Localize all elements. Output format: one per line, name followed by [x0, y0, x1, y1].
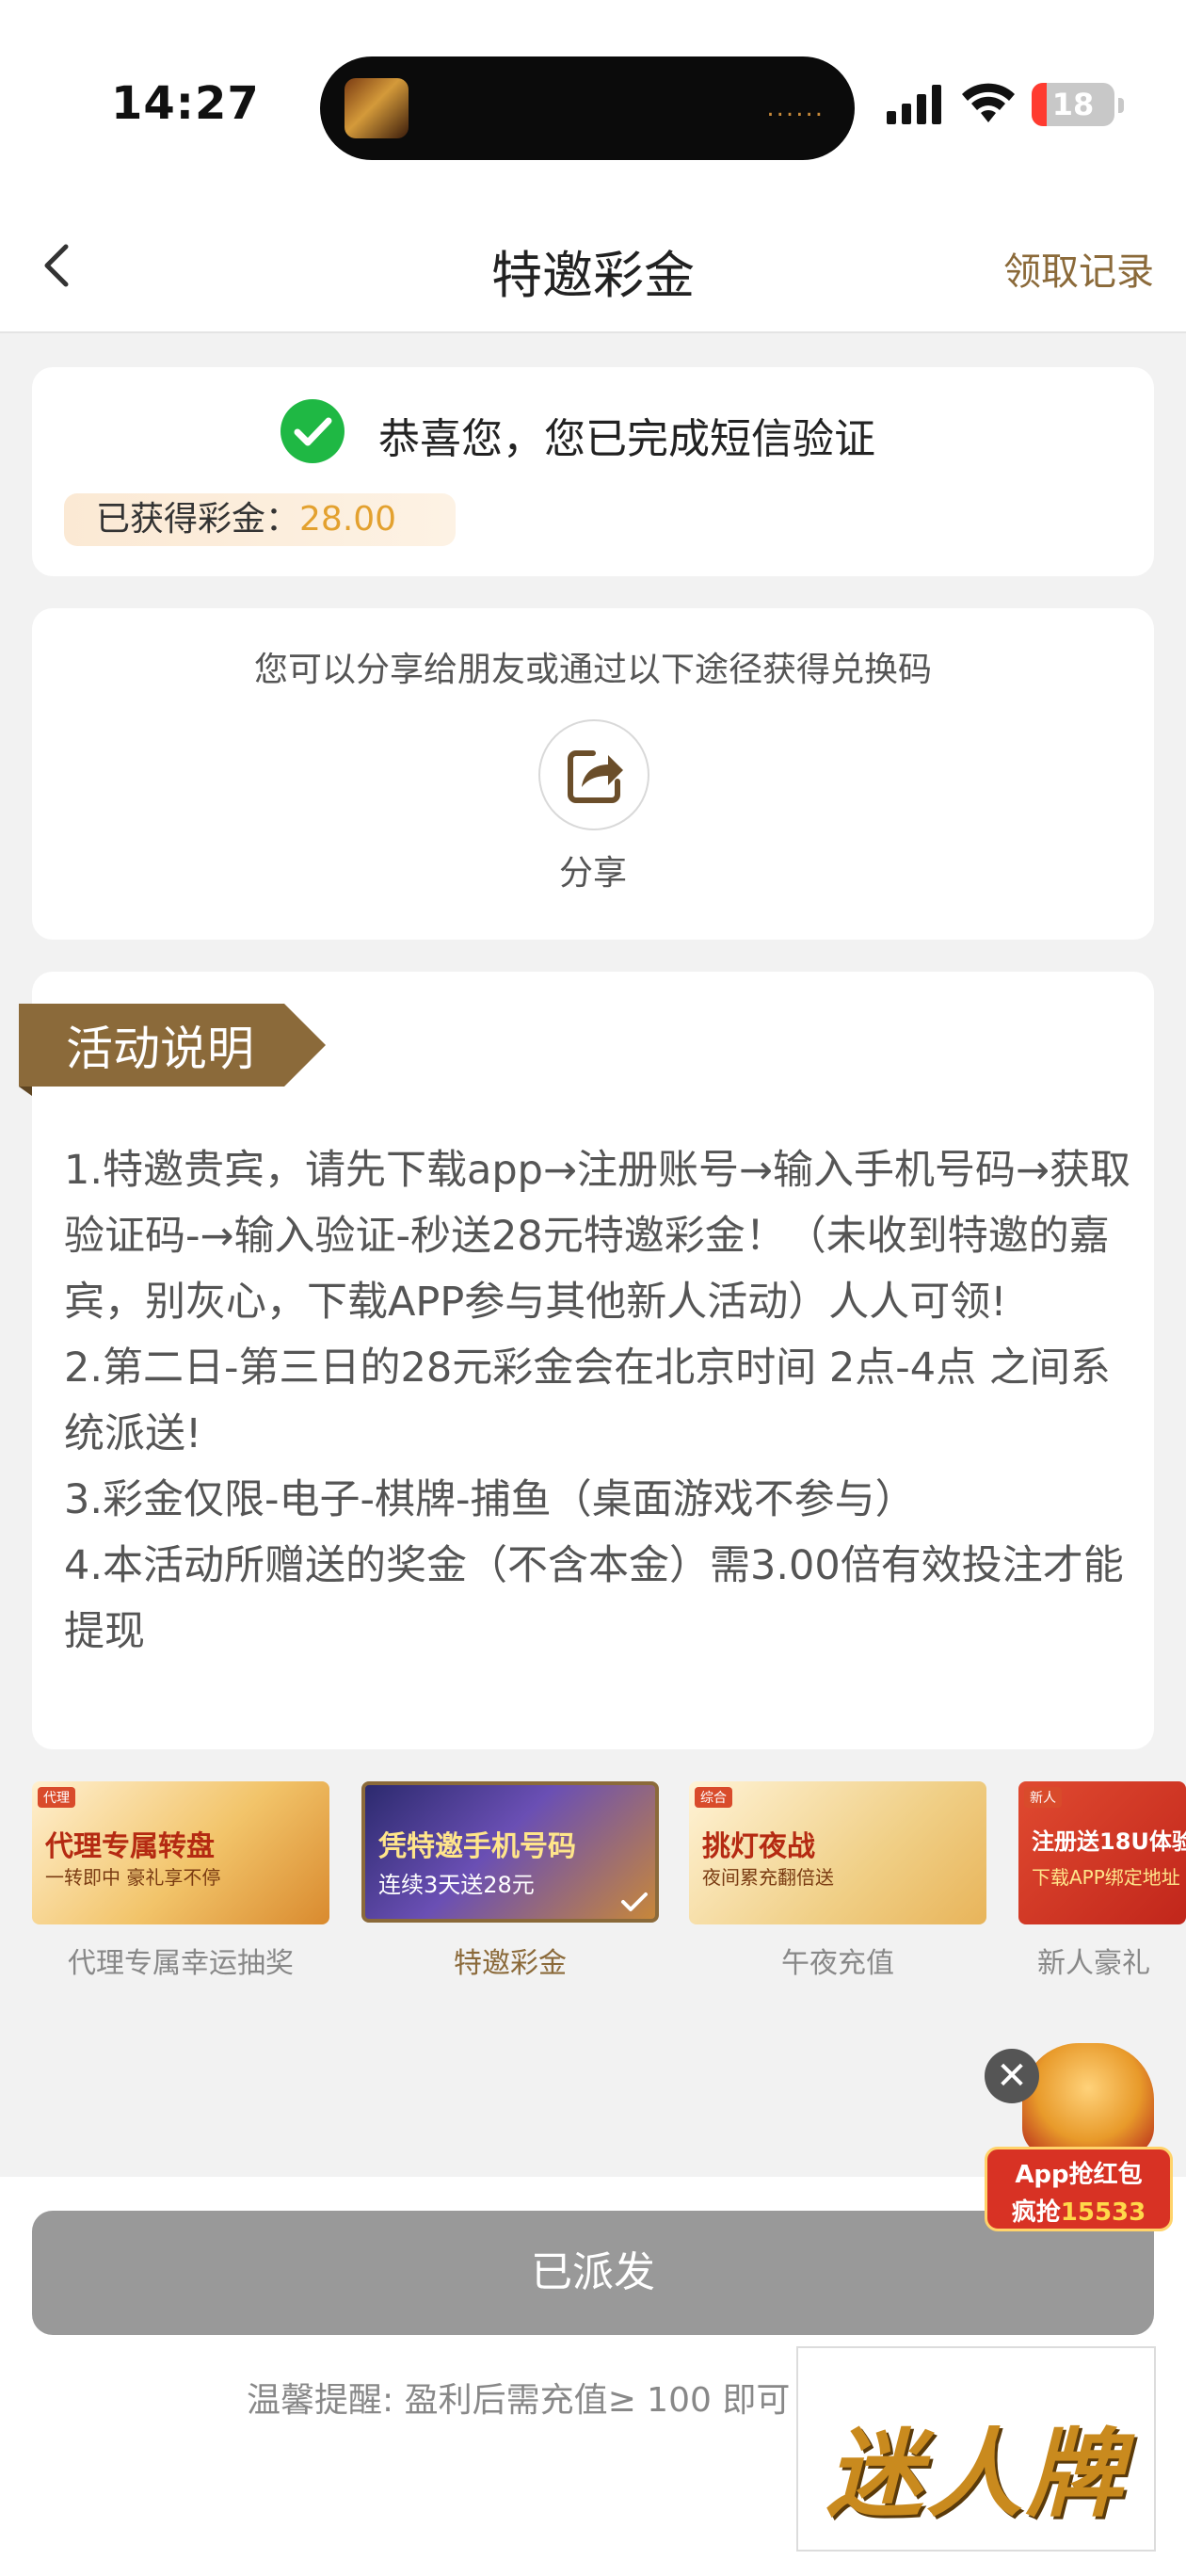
cellular-signal-icon [887, 85, 941, 124]
chevron-left-icon[interactable] [28, 235, 88, 296]
promo-line1: App抢红包 [1015, 2161, 1143, 2189]
banner-agent-lottery[interactable]: 代理 代理专属转盘 一转即中 豪礼享不停 [32, 1781, 329, 1924]
battery-tip [1118, 98, 1124, 113]
banner-subtitle: 连续3天送28元 [378, 1872, 535, 1898]
status-bar: 14:27 ...... 18 [0, 0, 1186, 198]
banner-subtitle: 一转即中 豪礼享不停 [45, 1866, 221, 1889]
verify-card: 恭喜您，您已完成短信验证 已获得彩金：28.00 [32, 367, 1154, 576]
close-glyph: ✕ [996, 2054, 1028, 2098]
banner-subtitle: 下载APP绑定地址 [1032, 1866, 1180, 1889]
claim-record-link[interactable]: 领取记录 [1003, 241, 1154, 296]
banner-caption-selected[interactable]: 特邀彩金 [361, 1940, 659, 1981]
share-label: 分享 [558, 854, 627, 893]
page-title: 特邀彩金 [491, 246, 695, 305]
island-dots: ...... [766, 94, 825, 122]
nav-bar: 特邀彩金 领取记录 [0, 198, 1186, 333]
banner-title: 挑灯夜战 [702, 1830, 815, 1863]
activity-rules: 1.特邀贵宾，请先下载app→注册账号→输入手机号码→获取验证码-→输入验证-秒… [64, 1137, 1146, 1665]
wifi-icon [962, 83, 1015, 122]
share-button[interactable] [538, 719, 649, 830]
banner-caption[interactable]: 新人豪礼 [1018, 1940, 1186, 1981]
banner-title: 凭特邀手机号码 [378, 1830, 576, 1863]
promo-panel: App抢红包 疯抢15533 [985, 2147, 1173, 2231]
rule-item: 4.本活动所赠送的奖金（不含本金）需3.00倍有效投注才能提现 [64, 1542, 1124, 1655]
rule-item: 2.第二日-第三日的28元彩金会在北京时间 2点-4点 之间系统派送! [64, 1344, 1111, 1457]
rule-item: 3.彩金仅限-电子-棋牌-捕鱼（桌面游戏不参与） [64, 1476, 916, 1523]
banner-tag: 新人 [1024, 1787, 1062, 1808]
promo-line2-prefix: 疯抢 [1011, 2198, 1061, 2227]
banner-newcomer-gift[interactable]: 新人 注册送18U体验 下载APP绑定地址 [1018, 1781, 1186, 1924]
status-time: 14:27 [111, 77, 260, 130]
earned-amount: 28.00 [299, 500, 397, 539]
banner-special-bonus[interactable]: 凭特邀手机号码 连续3天送28元 [361, 1781, 659, 1923]
activity-title: 活动说明 [66, 1022, 254, 1076]
selected-check-icon [621, 1892, 648, 1911]
banner-subtitle: 夜间累充翻倍送 [702, 1866, 834, 1889]
brand-watermark: 迷人牌 [796, 2346, 1156, 2552]
banner-title: 注册送18U体验 [1032, 1828, 1186, 1855]
share-hint: 您可以分享给朋友或通过以下途径获得兑换码 [253, 651, 932, 689]
share-icon [568, 750, 623, 803]
live-activity-thumbnail [345, 78, 409, 138]
banner-caption[interactable]: 午夜充值 [689, 1940, 986, 1981]
brand-logo-text: 迷人牌 [826, 2418, 1126, 2531]
banner-title: 代理专属转盘 [45, 1830, 215, 1863]
battery-level: 18 [1051, 87, 1095, 122]
fortune-god-image [1022, 2043, 1154, 2156]
dynamic-island[interactable]: ...... [320, 56, 855, 160]
earned-bonus-badge: 已获得彩金：28.00 [64, 493, 456, 546]
activity-card: 活动说明 1.特邀贵宾，请先下载app→注册账号→输入手机号码→获取验证码-→输… [19, 972, 1154, 1749]
share-card: 您可以分享给朋友或通过以下途径获得兑换码 分享 [32, 608, 1154, 940]
banner-tag: 代理 [38, 1787, 75, 1808]
rule-item: 1.特邀贵宾，请先下载app→注册账号→输入手机号码→获取验证码-→输入验证-秒… [64, 1147, 1131, 1326]
reminder-text: 温馨提醒: 盈利后需充值≥ 100 即可 [247, 2381, 791, 2420]
check-circle-icon [280, 399, 345, 463]
battery-icon: 18 [1032, 83, 1114, 126]
banner-caption[interactable]: 代理专属幸运抽奖 [32, 1940, 329, 1981]
banner-midnight-recharge[interactable]: 综合 挑灯夜战 夜间累充翻倍送 [689, 1781, 986, 1924]
close-icon[interactable]: ✕ [985, 2049, 1039, 2103]
banner-tag: 综合 [695, 1787, 732, 1808]
promo-line2: 疯抢15533 [987, 2193, 1170, 2228]
promo-number: 15533 [1060, 2198, 1146, 2227]
earned-label: 已获得彩金： [96, 500, 300, 539]
verify-message: 恭喜您，您已完成短信验证 [378, 415, 875, 463]
